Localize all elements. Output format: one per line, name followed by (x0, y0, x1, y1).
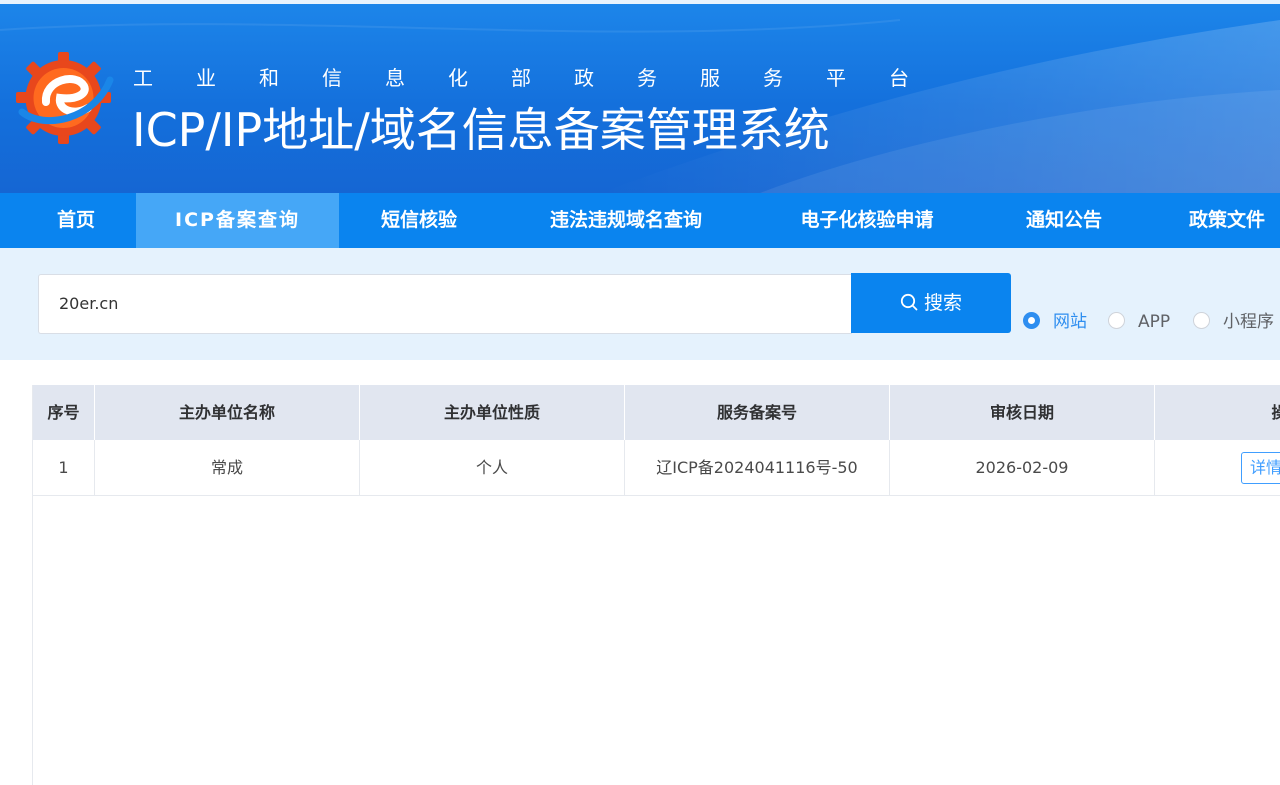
nav-e-verify-apply[interactable]: 电子化核验申请 (775, 193, 959, 248)
nav-icp-query[interactable]: ICP备案查询 (136, 193, 339, 248)
main-nav: 首页 ICP备案查询 短信核验 违法违规域名查询 电子化核验申请 通知公告 政策… (0, 193, 1280, 248)
radio-website-label: 网站 (1053, 312, 1087, 332)
radio-app[interactable]: APP (1108, 310, 1170, 334)
cell-date: 2026-02-09 (890, 440, 1155, 495)
col-header-index: 序号 (33, 385, 95, 440)
search-icon (900, 293, 918, 311)
search-button-label: 搜索 (923, 292, 962, 314)
banner-top-line (0, 0, 1280, 4)
nav-policy-docs[interactable]: 政策文件 (1168, 193, 1280, 248)
col-header-action: 操作 (1271, 403, 1280, 422)
col-header-date: 审核日期 (890, 385, 1155, 440)
nav-illegal-domain-query[interactable]: 违法违规域名查询 (520, 193, 732, 248)
cell-org-name: 常成 (95, 440, 360, 495)
col-header-org-type: 主办单位性质 (360, 385, 625, 440)
platform-subtitle: 工业和信息化部政务服务平台 (133, 66, 952, 90)
cell-org-type: 个人 (360, 440, 625, 495)
search-button[interactable]: 搜索 (851, 273, 1011, 333)
radio-mini-program[interactable]: 小程序 (1193, 310, 1274, 334)
col-header-license: 服务备案号 (625, 385, 890, 440)
radio-website[interactable]: 网站 (1023, 310, 1087, 334)
table-header: 序号 主办单位名称 主办单位性质 服务备案号 审核日期 操作 (33, 385, 1280, 440)
cell-index: 1 (33, 440, 95, 495)
radio-app-label: APP (1138, 312, 1171, 332)
col-header-org-name: 主办单位名称 (95, 385, 360, 440)
detail-button[interactable]: 详情 (1241, 452, 1280, 484)
search-input[interactable]: 20er.cn (38, 274, 852, 334)
search-area: 20er.cn 搜索 网站 APP 小程序 (0, 248, 1280, 360)
radio-mini-program-label: 小程序 (1223, 312, 1274, 332)
nav-home[interactable]: 首页 (18, 193, 134, 248)
radio-dot-checked (1023, 312, 1040, 329)
logo-gear-icon (16, 52, 114, 144)
page-title: ICP/IP地址/域名信息备案管理系统 (132, 103, 830, 157)
radio-dot (1193, 312, 1210, 329)
nav-notices[interactable]: 通知公告 (1005, 193, 1123, 248)
nav-sms-verify[interactable]: 短信核验 (360, 193, 478, 248)
cell-license: 辽ICP备2024041116号-50 (625, 440, 890, 495)
radio-dot (1108, 312, 1125, 329)
results-table: 序号 主办单位名称 主办单位性质 服务备案号 审核日期 操作 1 常成 个人 辽… (32, 385, 1280, 785)
table-row: 1 常成 个人 辽ICP备2024041116号-50 2026-02-09 详… (33, 440, 1280, 496)
site-banner: 工业和信息化部政务服务平台 ICP/IP地址/域名信息备案管理系统 (0, 0, 1280, 193)
